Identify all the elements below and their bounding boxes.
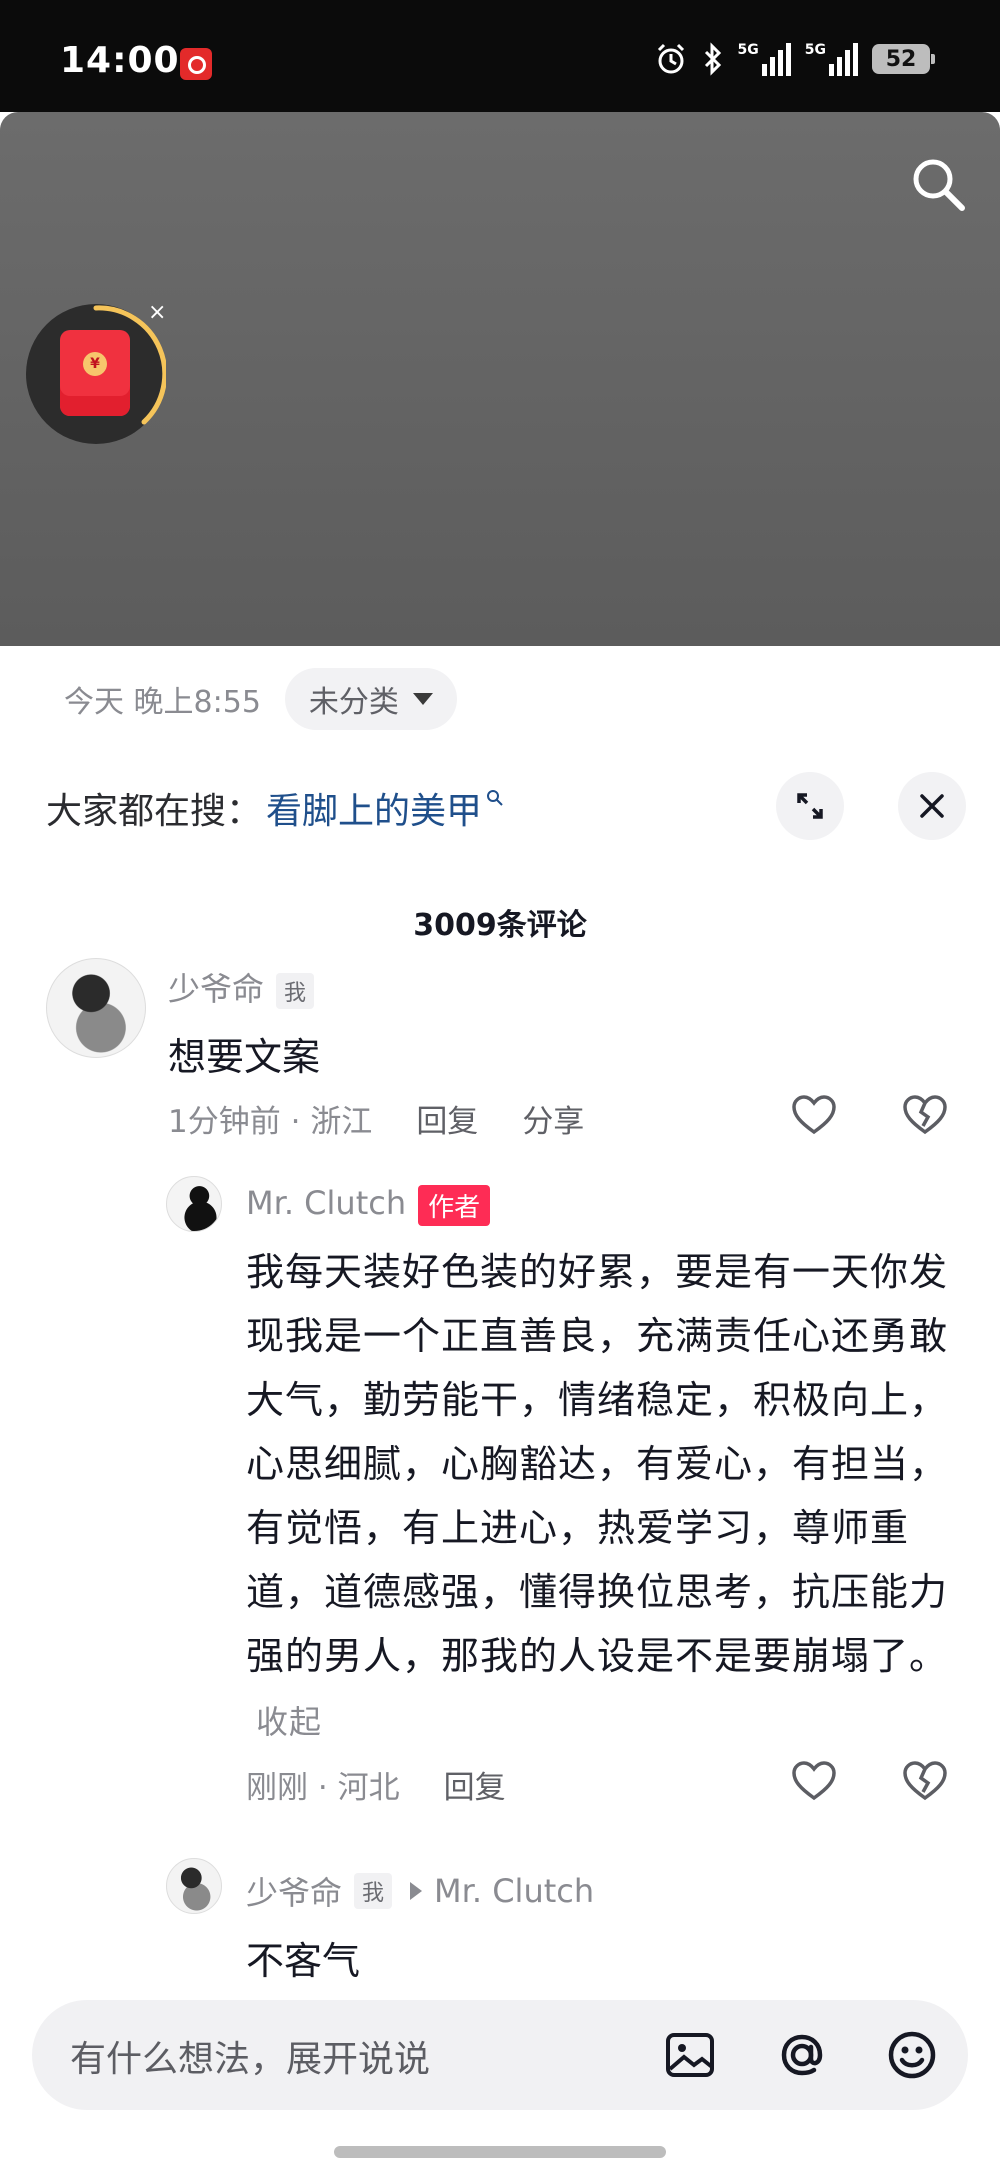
- bluetooth-icon: [704, 42, 721, 76]
- post-info-row: 今天 晚上8:55 未分类: [64, 668, 457, 730]
- mention-at-icon[interactable]: [774, 2027, 830, 2083]
- expand-button[interactable]: [776, 772, 844, 840]
- avatar[interactable]: [166, 1858, 222, 1914]
- home-indicator[interactable]: [334, 2146, 666, 2158]
- signal-1-icon: 5G: [738, 42, 791, 76]
- emoji-icon[interactable]: [884, 2027, 940, 2083]
- close-icon: [920, 794, 944, 818]
- reply-text[interactable]: 我每天装好色装的好累，要是有一天你发现我是一个正直善良，充满责任心还勇敢大气，勤…: [246, 1240, 962, 1754]
- search-small-icon: [487, 790, 503, 806]
- caret-down-icon: [412, 693, 433, 705]
- username-text[interactable]: Mr. Clutch: [246, 1184, 406, 1222]
- comment-input-bar[interactable]: 有什么想法，展开说说: [32, 2000, 968, 2110]
- red-packet-widget[interactable]: [26, 304, 166, 444]
- hot-search-bar[interactable]: 大家都在搜： 看脚上的美甲: [46, 782, 504, 834]
- reply-text[interactable]: 不客气: [246, 1930, 360, 1985]
- dislike-broken-heart-icon[interactable]: [901, 1092, 949, 1140]
- author-tag: 作者: [418, 1184, 491, 1226]
- reply-to-username[interactable]: Mr. Clutch: [434, 1872, 594, 1910]
- status-icons: 5G 5G 52: [654, 42, 935, 76]
- me-tag: 我: [276, 973, 315, 1009]
- username-text[interactable]: 少爷命: [168, 970, 264, 1008]
- status-bar: 14:00 5G 5G 52: [0, 0, 1000, 112]
- like-heart-icon[interactable]: [790, 1092, 838, 1140]
- like-heart-icon[interactable]: [790, 1758, 838, 1806]
- video-player[interactable]: ×: [0, 112, 1000, 646]
- reply-button[interactable]: 回复: [416, 1096, 478, 1141]
- comment-count: 3009条评论: [413, 908, 587, 943]
- dislike-broken-heart-icon[interactable]: [901, 1758, 949, 1806]
- me-tag: 我: [354, 1873, 393, 1909]
- comment-time-location: 1分钟前 · 浙江: [168, 1104, 373, 1140]
- signal-2-icon: 5G: [805, 42, 858, 76]
- category-label: 未分类: [308, 685, 399, 720]
- search-icon[interactable]: [906, 152, 970, 216]
- image-icon[interactable]: [662, 2027, 718, 2083]
- battery-icon: 52: [872, 44, 935, 74]
- reply-username[interactable]: Mr. Clutch 作者: [246, 1184, 491, 1226]
- reply-username[interactable]: 少爷命我 Mr. Clutch: [246, 1868, 594, 1914]
- category-dropdown[interactable]: 未分类: [284, 668, 457, 730]
- app-notification-icon: [180, 48, 212, 80]
- alarm-icon: [657, 43, 684, 74]
- red-packet-close-icon[interactable]: ×: [148, 300, 166, 325]
- close-comments-button[interactable]: [898, 772, 966, 840]
- username-text[interactable]: 少爷命: [246, 1868, 342, 1914]
- reply-button[interactable]: 回复: [444, 1762, 506, 1807]
- share-button[interactable]: 分享: [522, 1096, 584, 1141]
- hot-search-term[interactable]: 看脚上的美甲: [266, 782, 482, 834]
- reply-to-arrow-icon: [410, 1882, 423, 1900]
- reply-time-location: 刚刚 · 河北: [246, 1770, 400, 1806]
- reply-body: 我每天装好色装的好累，要是有一天你发现我是一个正直善良，充满责任心还勇敢大气，勤…: [246, 1250, 949, 1678]
- status-time: 14:00: [60, 40, 180, 81]
- post-date: 今天 晚上8:55: [64, 685, 261, 720]
- reply-meta: 刚刚 · 河北 回复: [246, 1762, 506, 1807]
- avatar[interactable]: [46, 958, 146, 1058]
- hot-search-label: 大家都在搜：: [46, 791, 263, 832]
- battery-level: 52: [885, 46, 917, 72]
- comment-username[interactable]: 少爷命我: [168, 964, 315, 1010]
- collapse-button[interactable]: 收起: [256, 1703, 322, 1741]
- comment-meta: 1分钟前 · 浙江 回复 分享: [168, 1096, 584, 1141]
- comment-input-placeholder[interactable]: 有什么想法，展开说说: [70, 2030, 430, 2082]
- author-avatar[interactable]: [166, 1176, 222, 1232]
- red-packet-icon: [60, 330, 130, 416]
- expand-icon: [797, 793, 823, 819]
- comment-text[interactable]: 想要文案: [168, 1026, 320, 1081]
